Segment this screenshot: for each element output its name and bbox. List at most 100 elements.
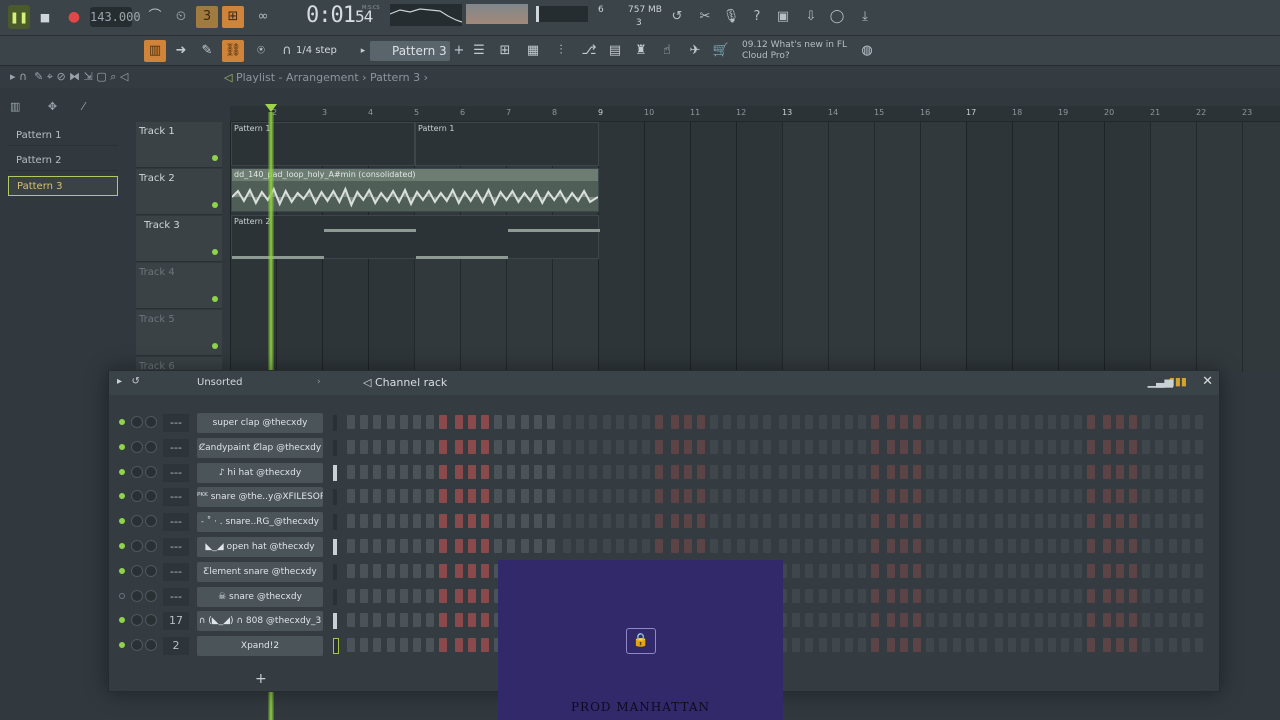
- step-button[interactable]: [779, 464, 787, 479]
- step-button[interactable]: [642, 539, 651, 553]
- channel-select[interactable]: [333, 563, 337, 580]
- step-button[interactable]: [602, 489, 611, 504]
- step-button[interactable]: [589, 415, 598, 429]
- step-button[interactable]: [386, 563, 395, 578]
- step-button[interactable]: [386, 638, 395, 653]
- step-button[interactable]: [858, 415, 867, 429]
- step-button[interactable]: [858, 489, 867, 504]
- step-button[interactable]: [439, 464, 448, 479]
- step-button[interactable]: [467, 439, 476, 454]
- step-button[interactable]: [1168, 439, 1177, 454]
- step-button[interactable]: [347, 439, 355, 454]
- step-button[interactable]: [805, 464, 814, 479]
- step-button[interactable]: [952, 415, 961, 429]
- step-button[interactable]: [1061, 415, 1069, 429]
- step-button[interactable]: [763, 514, 771, 529]
- step-button[interactable]: [805, 638, 814, 653]
- step-button[interactable]: [805, 439, 814, 454]
- track-enable-led[interactable]: [212, 155, 218, 161]
- step-button[interactable]: [1115, 439, 1124, 454]
- step-button[interactable]: [1155, 613, 1164, 628]
- browser-icon[interactable]: ⎇: [578, 40, 600, 62]
- step-button[interactable]: [845, 464, 853, 479]
- step-button[interactable]: [1102, 613, 1111, 628]
- step-button[interactable]: [831, 415, 840, 429]
- step-button[interactable]: [1195, 464, 1203, 479]
- channel-rack-icon[interactable]: ▦: [522, 40, 544, 62]
- step-button[interactable]: [347, 638, 355, 653]
- step-button[interactable]: [589, 439, 598, 454]
- step-button[interactable]: [373, 539, 382, 553]
- step-button[interactable]: [360, 638, 369, 653]
- pattern-clip[interactable]: Pattern 1: [415, 122, 599, 166]
- step-button[interactable]: [1129, 415, 1137, 429]
- step-button[interactable]: [792, 439, 801, 454]
- step-button[interactable]: [792, 415, 801, 429]
- step-button[interactable]: [520, 464, 529, 479]
- step-button[interactable]: [736, 464, 745, 479]
- step-button[interactable]: [965, 489, 974, 504]
- step-button[interactable]: [642, 439, 651, 454]
- step-button[interactable]: [723, 514, 732, 529]
- step-button[interactable]: [1195, 638, 1203, 653]
- step-button[interactable]: [723, 464, 732, 479]
- step-button[interactable]: [360, 514, 369, 529]
- channel-row[interactable]: --- ꜱuper clap @thecxdy: [109, 411, 1219, 435]
- step-button[interactable]: [347, 514, 355, 529]
- step-button[interactable]: [831, 588, 840, 603]
- step-button[interactable]: [373, 439, 382, 454]
- step-button[interactable]: [454, 415, 463, 429]
- step-button[interactable]: [399, 489, 408, 504]
- step-button[interactable]: [507, 539, 516, 553]
- step-button[interactable]: [763, 539, 771, 553]
- step-button[interactable]: [670, 464, 679, 479]
- step-button[interactable]: [1087, 539, 1096, 553]
- step-button[interactable]: [952, 539, 961, 553]
- step-button[interactable]: [736, 539, 745, 553]
- step-button[interactable]: [1195, 489, 1203, 504]
- step-button[interactable]: [926, 439, 935, 454]
- channel-led[interactable]: [119, 419, 125, 425]
- channel-rack-header[interactable]: ▸ ↺ Unsorted › ◁ Channel rack ▮▮▮ ▁▃▅ ✕: [109, 371, 1219, 395]
- step-button[interactable]: [899, 489, 908, 504]
- step-button[interactable]: [1074, 489, 1083, 504]
- help-icon[interactable]: ?: [746, 6, 768, 28]
- step-button[interactable]: [818, 638, 827, 653]
- step-button[interactable]: [439, 539, 448, 553]
- step-button[interactable]: [899, 638, 908, 653]
- step-button[interactable]: [615, 514, 624, 529]
- step-button[interactable]: [347, 563, 355, 578]
- step-button[interactable]: [399, 464, 408, 479]
- step-button[interactable]: [1074, 563, 1083, 578]
- step-button[interactable]: [1087, 514, 1096, 529]
- step-button[interactable]: [979, 588, 987, 603]
- volume-knob[interactable]: [145, 639, 157, 652]
- step-button[interactable]: [899, 464, 908, 479]
- picker-edit-icon[interactable]: ⁄: [83, 100, 85, 113]
- step-button[interactable]: [373, 638, 382, 653]
- step-button[interactable]: [507, 464, 516, 479]
- step-button[interactable]: [899, 514, 908, 529]
- step-button[interactable]: [939, 415, 948, 429]
- step-button[interactable]: [1195, 514, 1203, 529]
- step-button[interactable]: [818, 588, 827, 603]
- send-icon[interactable]: ✈: [684, 40, 706, 62]
- step-button[interactable]: [494, 539, 503, 553]
- step-button[interactable]: [805, 563, 814, 578]
- step-button[interactable]: [386, 514, 395, 529]
- tempo-display[interactable]: 143.000: [90, 7, 141, 27]
- step-button[interactable]: [563, 464, 571, 479]
- step-button[interactable]: [858, 563, 867, 578]
- step-button[interactable]: [533, 489, 542, 504]
- step-button[interactable]: [683, 514, 692, 529]
- step-button[interactable]: [1034, 439, 1043, 454]
- channel-led[interactable]: [119, 443, 125, 450]
- step-button[interactable]: [615, 539, 624, 553]
- step-button[interactable]: [913, 489, 921, 504]
- step-button[interactable]: [710, 439, 719, 454]
- volume-knob[interactable]: [145, 589, 157, 602]
- channel-name[interactable]: ꜱuper clap @thecxdy: [197, 413, 323, 433]
- step-edit-icon[interactable]: ⊞: [222, 6, 244, 28]
- step-button[interactable]: [520, 439, 529, 454]
- step-button[interactable]: [926, 489, 935, 504]
